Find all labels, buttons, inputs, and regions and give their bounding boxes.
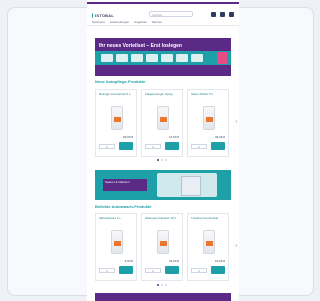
product-card[interactable]: Felgenreiniger Spray 12,50 € 1 xyxy=(141,89,183,157)
product-name[interactable]: Glanz-Politur 5 L xyxy=(191,93,227,100)
carousel-dot[interactable] xyxy=(161,284,163,286)
logo[interactable]: ISTOBAL xyxy=(92,12,114,18)
product-carousel: Reiniger Konzentrat 5 L 29,90 € 1 Felgen… xyxy=(95,89,231,157)
product-price: 9,90 € xyxy=(124,259,133,263)
quantity-input[interactable]: 1 xyxy=(145,268,161,273)
add-to-cart-button[interactable] xyxy=(165,266,179,274)
quantity-input[interactable]: 1 xyxy=(99,268,115,273)
nav-item[interactable]: Anwendungen xyxy=(110,20,129,25)
product-name[interactable]: Shampoo Kanister 10 L xyxy=(145,217,181,224)
bottom-banner[interactable] xyxy=(95,293,231,301)
web-page: ISTOBAL Suchen... Sortiment Anwendungen … xyxy=(87,0,239,301)
hero-tile xyxy=(146,54,158,62)
carousel-dot[interactable] xyxy=(161,159,163,161)
brand-name: ISTOBAL xyxy=(95,12,114,18)
hero-tile xyxy=(176,54,188,62)
header-icons xyxy=(211,12,234,17)
product-card[interactable]: Glanz-Politur 5 L 34,90 € 1 xyxy=(187,89,229,157)
carousel-next-icon[interactable]: › xyxy=(235,243,237,249)
bottle-image xyxy=(203,230,215,254)
hero-banner[interactable]: Ihr neues Vorteilset – Erst loslegen xyxy=(95,38,231,76)
search-input[interactable]: Suchen... xyxy=(149,11,193,17)
hero-title: Ihr neues Vorteilset – Erst loslegen xyxy=(99,43,182,49)
product-price: 34,90 € xyxy=(214,135,225,139)
bottle-image xyxy=(157,230,169,254)
product-price: 44,90 € xyxy=(168,259,179,263)
add-to-cart-button[interactable] xyxy=(211,142,225,150)
carousel-dot[interactable] xyxy=(157,284,159,286)
product-price: 29,90 € xyxy=(122,135,133,139)
carousel-dot[interactable] xyxy=(165,159,167,161)
quantity-input[interactable]: 1 xyxy=(191,144,207,149)
hero-tile xyxy=(116,54,128,62)
product-carousel: Aktivschaum 1 L 9,90 € 1 Shampoo Kaniste… xyxy=(95,213,231,281)
hero-tile xyxy=(131,54,143,62)
quantity-input[interactable]: 1 xyxy=(191,268,207,273)
product-image[interactable] xyxy=(106,102,128,130)
hero-tile xyxy=(101,54,113,62)
product-card[interactable]: Shampoo Kanister 10 L 44,90 € 1 xyxy=(141,213,183,281)
add-to-cart-button[interactable] xyxy=(119,142,133,150)
hero-tile xyxy=(191,54,203,62)
carousel-dots xyxy=(157,284,167,286)
hero-product-band xyxy=(95,51,231,65)
promo-product-box xyxy=(181,176,201,196)
product-image[interactable] xyxy=(152,226,174,254)
product-name[interactable]: Reiniger Konzentrat 5 L xyxy=(99,93,135,100)
add-to-cart-button[interactable] xyxy=(119,266,133,274)
product-image[interactable] xyxy=(106,226,128,254)
bottle-image xyxy=(111,230,123,254)
logo-icon xyxy=(92,12,94,18)
product-price: 12,50 € xyxy=(168,135,179,139)
section-title: Neue Autopflege-Produkte xyxy=(95,79,146,84)
carousel-dot[interactable] xyxy=(157,159,159,161)
main-nav: Sortiment Anwendungen Angebote Service xyxy=(87,20,239,26)
bottle-image xyxy=(111,106,123,130)
add-to-cart-button[interactable] xyxy=(165,142,179,150)
promo-banner[interactable]: Sparen & Glänzen xyxy=(95,170,231,200)
carousel-next-icon[interactable]: › xyxy=(235,119,237,125)
product-card[interactable]: Trockner Konzentrat 19,90 € 1 xyxy=(187,213,229,281)
nav-item[interactable]: Angebote xyxy=(134,20,147,25)
nav-item[interactable]: Sortiment xyxy=(92,20,105,25)
add-to-cart-button[interactable] xyxy=(211,266,225,274)
quantity-input[interactable]: 1 xyxy=(99,144,115,149)
wishlist-icon[interactable] xyxy=(220,12,225,17)
product-image[interactable] xyxy=(152,102,174,130)
promo-text: Sparen & Glänzen xyxy=(103,179,147,191)
account-icon[interactable] xyxy=(211,12,216,17)
quantity-input[interactable]: 1 xyxy=(145,144,161,149)
hero-tile xyxy=(161,54,173,62)
product-name[interactable]: Trockner Konzentrat xyxy=(191,217,227,224)
product-name[interactable]: Felgenreiniger Spray xyxy=(145,93,181,100)
carousel-dot[interactable] xyxy=(165,284,167,286)
carousel-dots xyxy=(157,159,167,161)
product-card[interactable]: Aktivschaum 1 L 9,90 € 1 xyxy=(95,213,137,281)
product-image[interactable] xyxy=(198,102,220,130)
product-card[interactable]: Reiniger Konzentrat 5 L 29,90 € 1 xyxy=(95,89,137,157)
product-image[interactable] xyxy=(198,226,220,254)
product-price: 19,90 € xyxy=(214,259,225,263)
nav-item[interactable]: Service xyxy=(152,20,162,25)
hero-badge xyxy=(217,52,227,64)
header: ISTOBAL Suchen... xyxy=(87,4,239,20)
product-name[interactable]: Aktivschaum 1 L xyxy=(99,217,135,224)
section-title: Beliebte Autowasch-Produkte xyxy=(95,204,152,209)
bottle-image xyxy=(203,106,215,130)
cart-icon[interactable] xyxy=(229,12,234,17)
bottle-image xyxy=(157,106,169,130)
